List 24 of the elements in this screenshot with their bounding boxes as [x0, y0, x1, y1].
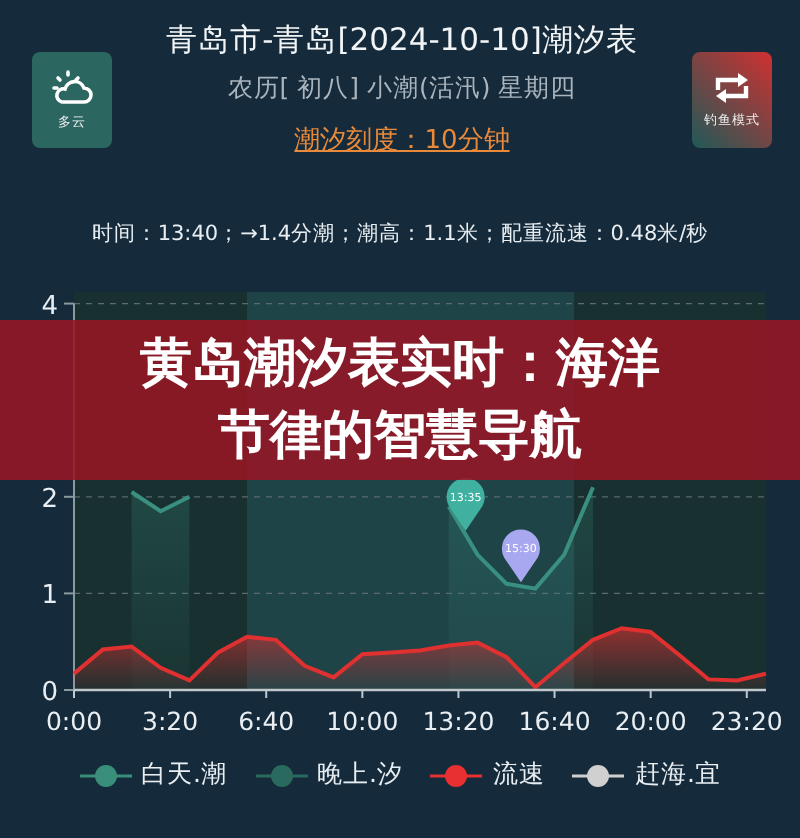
x-tick-label: 16:40 — [518, 706, 591, 734]
headline-text: 节律的智慧导航 — [218, 404, 582, 470]
y-tick-label: 4 — [41, 291, 58, 322]
y-tick-label: 1 — [41, 581, 58, 612]
x-tick-label: 3:20 — [142, 706, 199, 734]
x-tick-label: 23:20 — [710, 706, 783, 734]
x-tick-label: 20:00 — [614, 706, 687, 734]
page-title: 青岛市-青岛[2024-10-10]潮汐表 — [166, 20, 638, 62]
tide-info: 时间：13:40；→1.4分潮；潮高：1.1米；配重流速：0.48米/秒 — [89, 220, 711, 248]
legend-label[interactable]: 赶海.宜 — [634, 758, 721, 792]
lunar-date: 农历[ 初八] 小潮(活汛) 星期四 — [227, 72, 577, 106]
y-tick-label: 0 — [41, 678, 58, 708]
x-tick-label: 13:20 — [422, 706, 495, 734]
x-tick-label: 0:00 — [45, 706, 103, 734]
cloud-sun-icon — [50, 69, 94, 105]
legend-label[interactable]: 流速 — [492, 758, 545, 792]
x-tick-label: 6:40 — [238, 706, 295, 734]
scale-link[interactable]: 潮汐刻度：10分钟 — [294, 122, 510, 158]
y-tick-label: 2 — [41, 484, 58, 515]
repeat-icon — [712, 71, 752, 103]
headline-text: 黄岛潮汐表实时：海洋 — [140, 332, 660, 398]
legend-label[interactable]: 白天.潮 — [141, 758, 227, 792]
legend-label[interactable]: 晚上.汐 — [317, 758, 403, 792]
x-tick-label: 10:00 — [326, 706, 399, 734]
